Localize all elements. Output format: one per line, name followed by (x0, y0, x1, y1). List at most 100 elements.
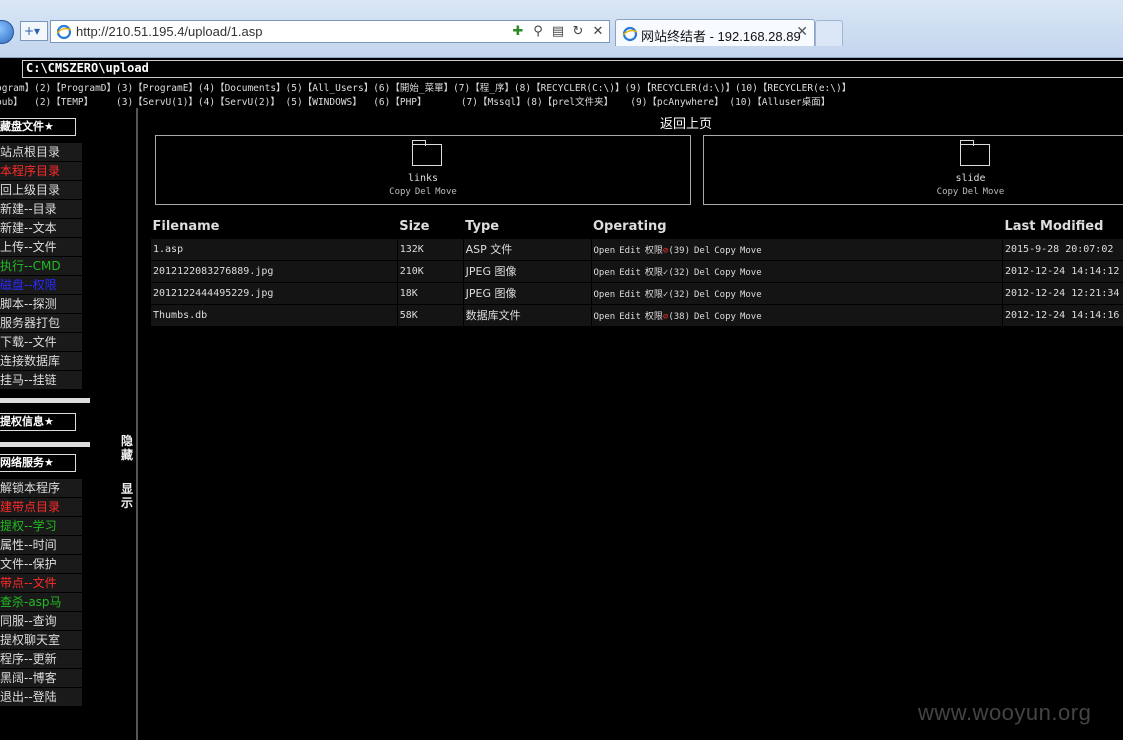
folder-del-link[interactable]: Del (415, 187, 431, 197)
sidebar-item[interactable]: 文件--保护 (0, 555, 82, 574)
copy-link[interactable]: Copy (714, 312, 736, 322)
divider (0, 442, 90, 447)
sidebar-item[interactable]: 上传--文件 (0, 238, 82, 257)
permission-link[interactable]: 权限 (645, 246, 663, 256)
file-size: 58K (396, 303, 464, 327)
show-sidebar-toggle[interactable]: 显示 (120, 482, 134, 510)
folder-name[interactable]: links (156, 173, 690, 184)
copy-link[interactable]: Copy (714, 290, 736, 300)
address-url[interactable]: http://210.51.195.4/upload/1.asp (76, 24, 263, 39)
del-link[interactable]: Del (694, 268, 710, 278)
browser-tab[interactable]: 网站终结者 - 192.168.28.89 ✕ (615, 19, 815, 46)
search-icon[interactable]: ⚲ (531, 23, 545, 40)
sidebar-item[interactable]: 建带点目录 (0, 498, 82, 517)
del-link[interactable]: Del (694, 246, 710, 256)
move-link[interactable]: Move (740, 290, 762, 300)
folder-card[interactable]: slide Copy Del Move (703, 135, 1123, 205)
file-size: 210K (396, 259, 464, 283)
file-modified: 2015-9-28 20:07:02 (1002, 237, 1123, 261)
copy-link[interactable]: Copy (714, 268, 736, 278)
sidebar-item[interactable]: 提权聊天室 (0, 631, 82, 650)
open-link[interactable]: Open (594, 268, 616, 278)
quick-links-row-2[interactable]: pub】 (2)【TEMP】 (3)【ServU(1)】(4)【ServU(2)… (0, 94, 830, 108)
open-link[interactable]: Open (594, 246, 616, 256)
new-tab-button[interactable] (815, 20, 843, 46)
sidebar-section-privilege-info[interactable]: 提权信息★ (0, 413, 76, 431)
sidebar-section-disk-files[interactable]: 藏盘文件★ (0, 118, 76, 136)
file-operations: Open Edit 权限⊘(38) Del Copy Move (590, 303, 1003, 327)
permission-code: (32) (668, 267, 690, 278)
file-operations: Open Edit 权限✓(32) Del Copy Move (590, 281, 1003, 305)
file-type: ASP 文件 (462, 237, 592, 261)
quick-links-row-1[interactable]: ogram】(2)【ProgramD】(3)【ProgramE】(4)【Docu… (0, 80, 851, 94)
del-link[interactable]: Del (694, 290, 710, 300)
open-link[interactable]: Open (594, 312, 616, 322)
edit-link[interactable]: Edit (619, 268, 641, 278)
sidebar-section-network-services[interactable]: 网络服务★ (0, 454, 76, 472)
file-table: Filename Size Type Operating Last Modifi… (150, 216, 1123, 327)
sidebar-item[interactable]: 本程序目录 (0, 162, 82, 181)
sidebar-divider (136, 108, 138, 740)
table-row: 1.asp 132K ASP 文件 Open Edit 权限⊘(39) Del Copy Mov… (150, 237, 1123, 261)
sidebar-item[interactable]: 带点--文件 (0, 574, 82, 593)
refresh-icon[interactable]: ↻ (571, 23, 585, 40)
sidebar-item[interactable]: 站点根目录 (0, 143, 82, 162)
sidebar-item[interactable]: 程序--更新 (0, 650, 82, 669)
folder-move-link[interactable]: Move (983, 187, 1005, 197)
sidebar-item[interactable]: 下载--文件 (0, 333, 82, 352)
sidebar-item[interactable]: 属性--时间 (0, 536, 82, 555)
permission-link[interactable]: 权限 (645, 268, 663, 278)
sidebar-item[interactable]: 提权--学习 (0, 517, 82, 536)
sidebar-item[interactable]: 同服--查询 (0, 612, 82, 631)
file-name[interactable]: 2012122083276889.jpg (150, 259, 398, 283)
path-input[interactable]: C:\CMSZERO\upload (22, 60, 1123, 78)
compat-view-icon[interactable]: ✚ (511, 23, 525, 40)
hide-sidebar-toggle[interactable]: 隐藏 (120, 434, 134, 462)
file-name[interactable]: 1.asp (150, 237, 398, 261)
sidebar-item[interactable]: 解锁本程序 (0, 479, 82, 498)
page-icon[interactable]: ▤ (551, 23, 565, 40)
permission-link[interactable]: 权限 (645, 312, 663, 322)
sidebar-item[interactable]: 新建--目录 (0, 200, 82, 219)
edit-link[interactable]: Edit (619, 246, 641, 256)
sidebar-item[interactable]: 新建--文本 (0, 219, 82, 238)
folder-del-link[interactable]: Del (962, 187, 978, 197)
back-button[interactable] (0, 20, 14, 44)
sidebar-item[interactable]: 连接数据库 (0, 352, 82, 371)
move-link[interactable]: Move (740, 246, 762, 256)
copy-link[interactable]: Copy (714, 246, 736, 256)
folder-name[interactable]: slide (704, 173, 1123, 184)
folder-icon (960, 140, 990, 166)
del-link[interactable]: Del (694, 312, 710, 322)
sidebar-item[interactable]: 黑阔--博客 (0, 669, 82, 688)
folder-copy-link[interactable]: Copy (937, 187, 959, 197)
sidebar-item[interactable]: 查杀-asp马 (0, 593, 82, 612)
sidebar-item[interactable]: 执行--CMD (0, 257, 82, 276)
file-size: 132K (396, 237, 464, 261)
sidebar-item[interactable]: 脚本--探测 (0, 295, 82, 314)
file-name[interactable]: Thumbs.db (150, 303, 398, 327)
back-link[interactable]: 返回上页 (660, 113, 712, 132)
open-link[interactable]: Open (594, 290, 616, 300)
folder-move-link[interactable]: Move (435, 187, 457, 197)
address-bar[interactable]: http://210.51.195.4/upload/1.asp ✚ ⚲ ▤ ↻… (50, 20, 610, 43)
permission-link[interactable]: 权限 (645, 290, 663, 300)
sidebar-item[interactable]: 回上级目录 (0, 181, 82, 200)
edit-link[interactable]: Edit (619, 312, 641, 322)
file-name[interactable]: 2012122444495229.jpg (150, 281, 398, 305)
sidebar-item[interactable]: 磁盘--权限 (0, 276, 82, 295)
move-link[interactable]: Move (740, 312, 762, 322)
edit-link[interactable]: Edit (619, 290, 641, 300)
sidebar-item[interactable]: 退出--登陆 (0, 688, 82, 707)
folder-card[interactable]: links Copy Del Move (155, 135, 691, 205)
tab-close-icon[interactable]: ✕ (796, 24, 808, 40)
sidebar-item[interactable]: 挂马--挂链 (0, 371, 82, 390)
folder-copy-link[interactable]: Copy (389, 187, 411, 197)
folder-actions: Copy Del Move (156, 187, 690, 197)
favorites-button[interactable]: +▾ (20, 21, 48, 41)
move-link[interactable]: Move (740, 268, 762, 278)
col-type: Type (465, 219, 500, 235)
sidebar-item[interactable]: 服务器打包 (0, 314, 82, 333)
file-type: 数据库文件 (462, 303, 592, 327)
stop-icon[interactable]: ✕ (591, 23, 605, 40)
